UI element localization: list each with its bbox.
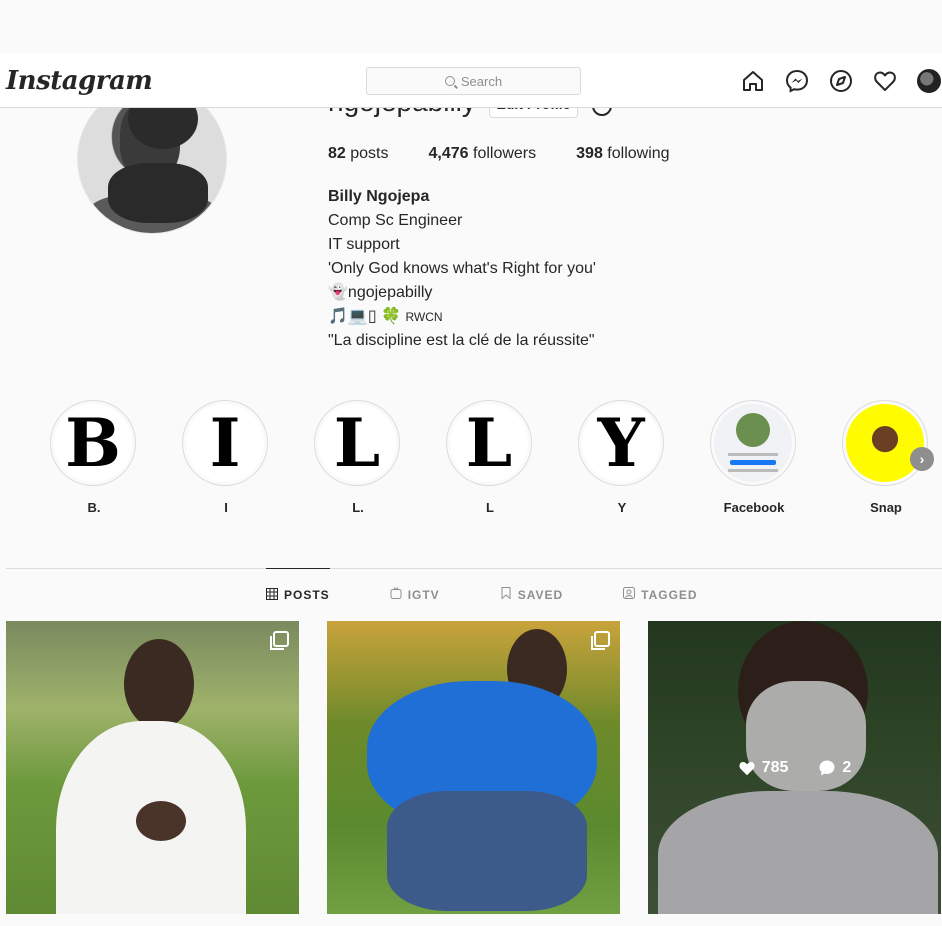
tab-tagged[interactable]: TAGGED [623,568,697,621]
profile-avatar[interactable] [916,68,942,94]
highlight-label: Snap [870,500,902,515]
nav-icons [740,68,942,94]
likes-count: 785 [761,758,789,776]
clover-icon: 🍀 [381,308,402,325]
highlight-label: Facebook [723,500,785,515]
photo-jeans [387,791,587,911]
search-placeholder: Search [460,73,503,89]
highlight-b[interactable]: B B. [50,400,138,515]
fb-button [730,459,776,465]
bookmark-icon [500,587,512,602]
post-thumbnail[interactable] [6,621,299,914]
highlight-label: I [224,500,228,515]
instagram-logo[interactable]: Instagram [6,66,153,96]
multiple-images-icon [591,631,610,650]
bio-line: Comp Sc Engineer [328,212,463,229]
ghost-icon: 👻 [328,284,348,301]
tab-posts[interactable]: POSTS [266,568,330,621]
full-name: Billy Ngojepa [328,188,430,205]
photo-scarf [108,163,208,223]
highlight-ring: I [182,400,268,486]
highlight-letter: L [450,404,528,482]
followers-label: followers [473,145,537,162]
tab-saved[interactable]: SAVED [500,568,563,621]
highlight-facebook[interactable]: Facebook [710,400,798,515]
highlight-ring [842,400,928,486]
music-laptop-icons: 🎵💻▯ [328,308,377,325]
igtv-icon [390,587,402,602]
highlight-y[interactable]: Y Y [578,400,666,515]
highlight-letter: L [318,404,396,482]
likes-stat: 785 [738,758,789,777]
home-icon[interactable] [740,68,766,94]
posts-label: posts [350,145,389,162]
photo-head [124,639,194,729]
top-navbar: Instagram Search [0,54,942,108]
tagged-icon [623,587,636,602]
posts-count: 82 [328,145,346,162]
highlight-ring: L [446,400,532,486]
highlight-label: B. [87,500,101,515]
tab-label: TAGGED [641,587,698,602]
snapcode-thumbnail [846,404,924,482]
fb-line [728,468,778,472]
explore-icon[interactable] [828,68,854,94]
highlight-ring: Y [578,400,664,486]
post-thumbnail[interactable] [327,621,620,914]
highlight-letter: B [54,404,132,482]
post-thumbnail-hovered[interactable]: 785 2 [648,621,941,914]
post-hover-overlay: 785 2 [648,621,941,914]
posts-stat: 82 posts [328,145,389,163]
highlights-next-arrow-icon[interactable]: › [910,447,934,471]
highlight-letter: Y [582,404,660,482]
highlight-label: L [486,500,494,515]
search-icon [444,76,455,86]
tab-igtv[interactable]: IGTV [390,568,440,621]
rwcn-text: RWCN [405,310,443,324]
following-stat[interactable]: 398 following [576,145,669,163]
tab-label: SAVED [517,587,564,602]
highlight-l1[interactable]: L L. [314,400,402,515]
messenger-icon[interactable] [784,68,810,94]
avatar [917,69,941,93]
fb-line [728,452,778,456]
top-blank-area [0,0,942,54]
bio-line: IT support [328,236,400,253]
comments-count: 2 [842,758,852,776]
tab-label: IGTV [407,587,440,602]
following-label: following [607,145,670,162]
highlight-l2[interactable]: L L [446,400,534,515]
followers-count: 4,476 [428,145,469,162]
highlight-i[interactable]: I I [182,400,270,515]
highlight-label: Y [617,500,627,515]
tab-label: POSTS [284,588,330,602]
facebook-thumbnail [714,404,792,482]
followers-stat[interactable]: 4,476 followers [429,145,537,163]
heart-icon[interactable] [872,68,898,94]
profile-tabs: POSTS IGTV SAVED TAGGED [266,568,698,621]
bio-snap-line: 👻ngojepabilly [328,281,596,305]
highlight-ring [710,400,796,486]
photo-hands [136,801,186,841]
comments-stat: 2 [818,759,851,777]
comment-bubble-icon [819,760,835,775]
fb-avatar [736,412,770,447]
bio-emoji-line: 🎵💻▯ 🍀 RWCN [328,305,596,329]
search-input[interactable]: Search [366,67,581,95]
highlight-ring: L [314,400,400,486]
highlight-label: L. [352,500,364,515]
highlight-ring: B [50,400,136,486]
bio-line: "La discipline est la clé de la réussite… [328,332,595,349]
snap-handle: ngojepabilly [347,284,433,301]
multiple-images-icon [270,631,289,650]
highlight-letter: I [186,404,264,482]
bio-line: 'Only God knows what's Right for you' [328,260,596,277]
profile-stats: 82 posts 4,476 followers 398 following [328,145,710,163]
grid-icon [266,587,278,603]
likes-heart-icon [739,761,755,775]
following-count: 398 [576,145,603,162]
profile-bio: Billy Ngojepa Comp Sc Engineer IT suppor… [328,185,596,353]
